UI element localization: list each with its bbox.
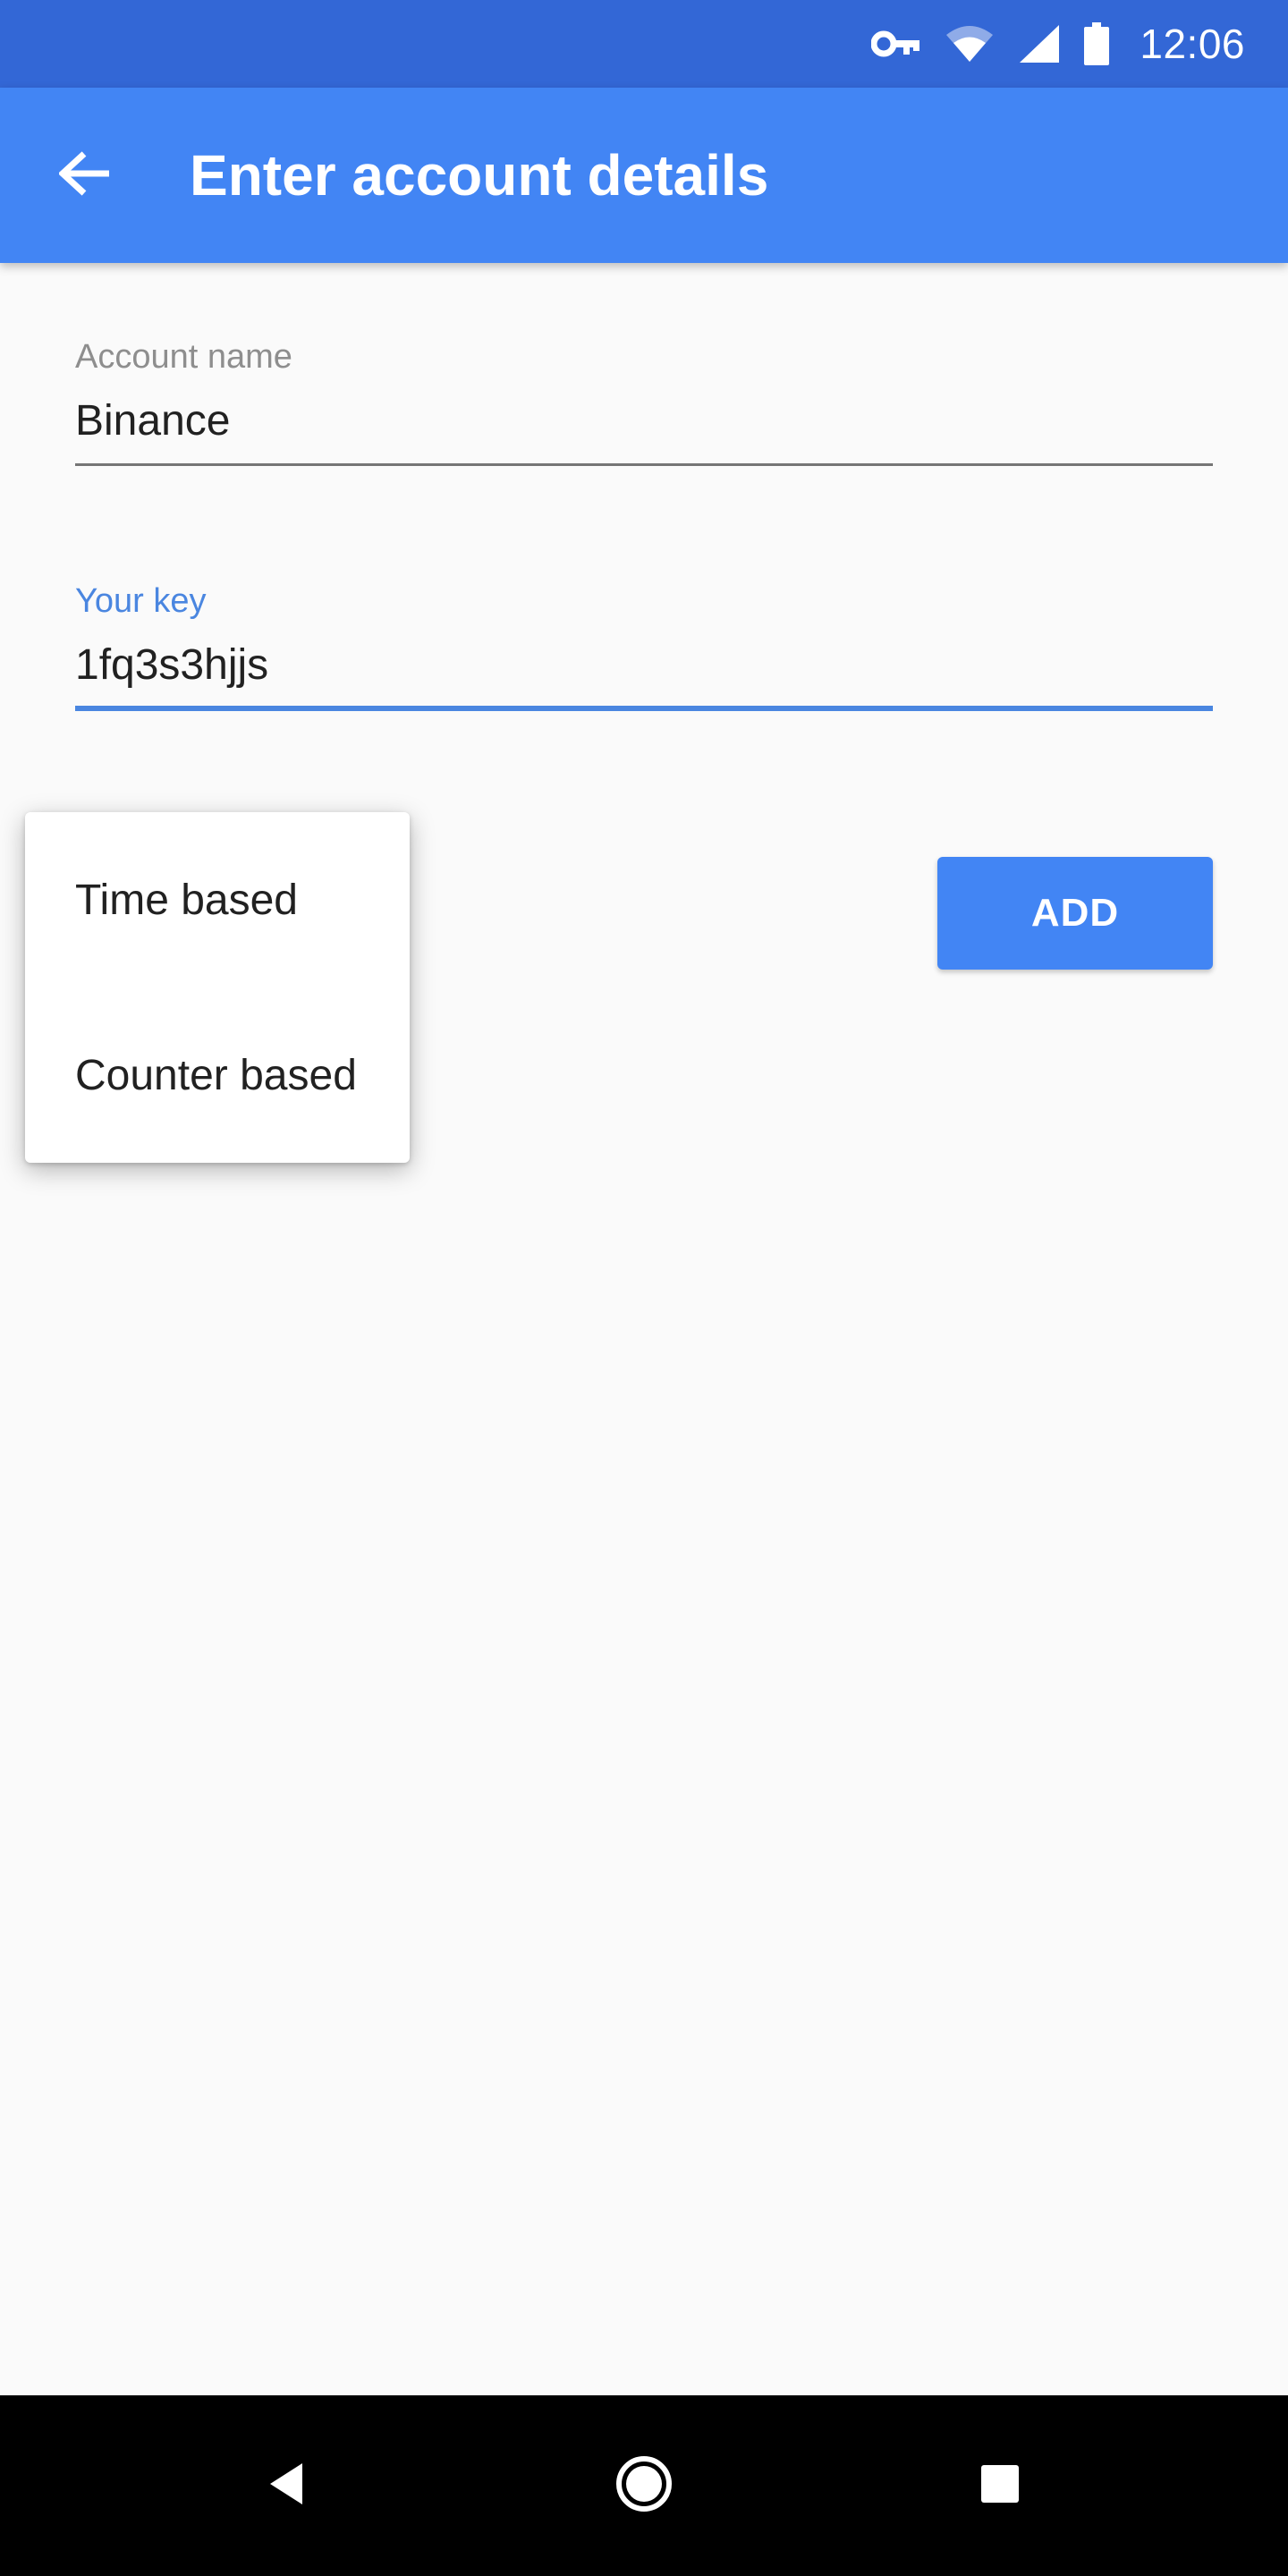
key-label: Your key (75, 582, 207, 620)
status-icons: 12:06 (871, 0, 1245, 88)
vpn-key-icon (871, 29, 921, 59)
arrow-back-icon (57, 150, 113, 201)
battery-icon (1084, 22, 1110, 65)
nav-back-icon (267, 2462, 306, 2511)
key-type-menu: Time based Counter based (25, 812, 410, 1163)
account-name-field: Account name (75, 338, 1213, 472)
wifi-icon (945, 24, 995, 64)
nav-recents-button[interactable] (928, 2395, 1072, 2576)
account-name-underline (75, 463, 1213, 466)
menu-item-counter-based[interactable]: Counter based (25, 987, 410, 1163)
account-name-label: Account name (75, 338, 292, 376)
nav-home-icon (614, 2454, 674, 2518)
nav-back-button[interactable] (215, 2395, 358, 2576)
clock: 12:06 (1140, 21, 1245, 67)
navigation-bar (0, 2395, 1288, 2576)
account-name-input[interactable] (75, 385, 1213, 456)
page-title: Enter account details (190, 143, 769, 208)
nav-home-button[interactable] (572, 2395, 716, 2576)
key-underline (75, 706, 1213, 711)
nav-recents-icon (980, 2464, 1020, 2508)
app-bar: Enter account details (0, 88, 1288, 263)
key-field: Your key (75, 582, 1213, 716)
menu-item-time-based[interactable]: Time based (25, 812, 410, 987)
status-bar: 12:06 (0, 0, 1288, 88)
add-button[interactable]: ADD (937, 857, 1213, 970)
cell-signal-icon (1018, 23, 1061, 64)
back-button[interactable] (39, 129, 132, 222)
key-input[interactable] (75, 629, 1213, 700)
